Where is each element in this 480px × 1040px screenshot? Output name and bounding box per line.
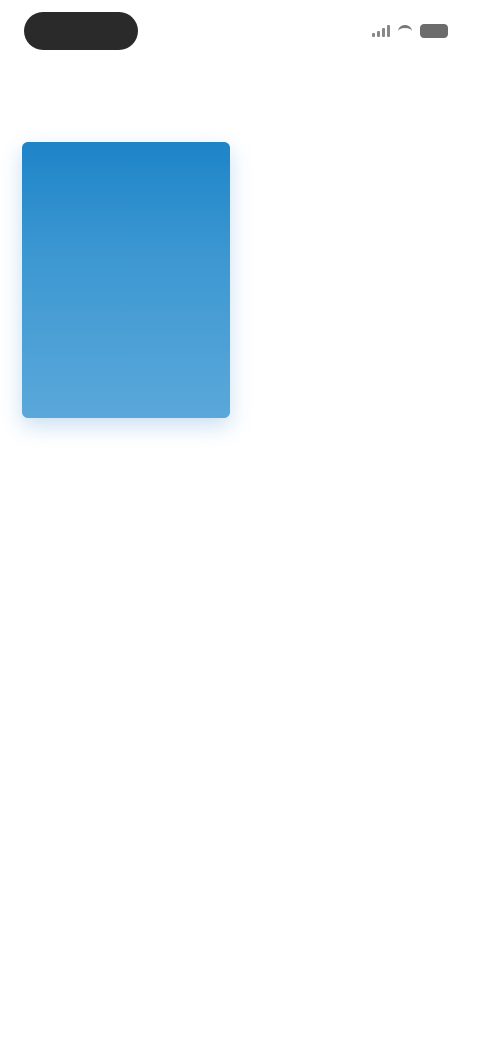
signal-icon bbox=[372, 25, 390, 37]
status-bar bbox=[0, 0, 480, 64]
book-card[interactable] bbox=[22, 142, 230, 432]
bottom-action-button[interactable] bbox=[140, 950, 340, 1006]
status-time-pill bbox=[24, 12, 138, 50]
book-cover[interactable] bbox=[22, 142, 230, 418]
battery-icon bbox=[420, 24, 448, 38]
wifi-icon bbox=[398, 24, 412, 38]
status-icons bbox=[372, 22, 448, 40]
